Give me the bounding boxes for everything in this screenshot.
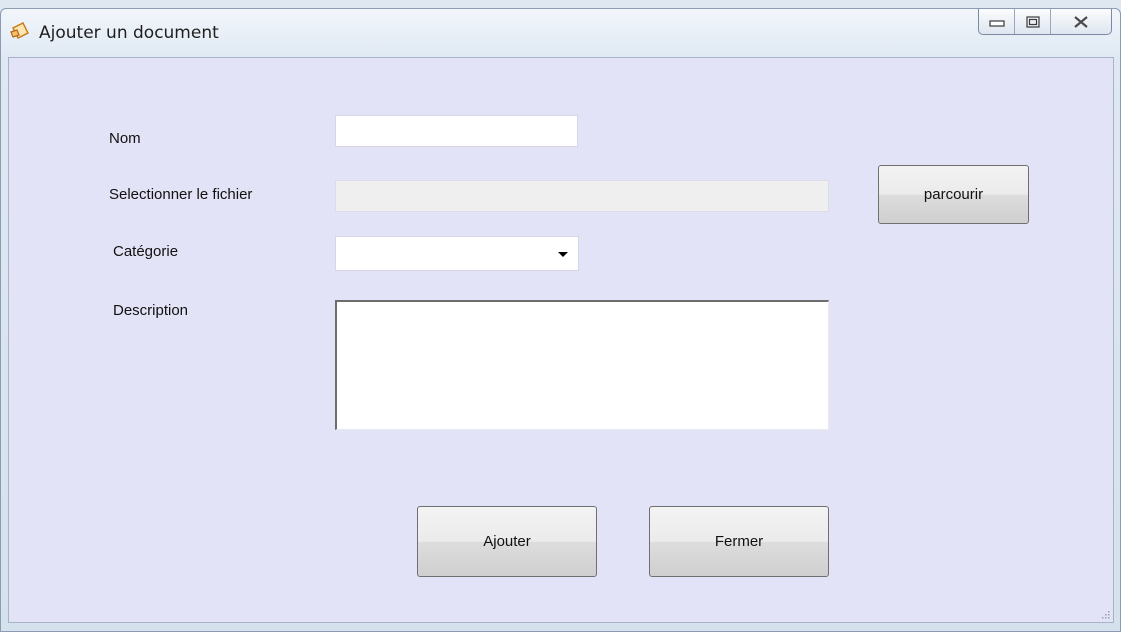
dialog-window: Ajouter un document Nom Selectionner le … <box>0 8 1121 632</box>
name-input[interactable] <box>335 115 578 147</box>
description-label: Description <box>113 302 189 319</box>
add-button[interactable]: Ajouter <box>417 506 597 577</box>
maximize-button[interactable] <box>1015 9 1051 34</box>
name-label: Nom <box>109 130 141 147</box>
resize-grip-icon[interactable] <box>1100 609 1110 619</box>
close-dialog-button[interactable]: Fermer <box>649 506 829 577</box>
close-icon <box>1074 15 1088 28</box>
caption-buttons <box>978 9 1112 35</box>
maximize-icon <box>1025 15 1040 28</box>
chevron-down-icon[interactable] <box>558 252 568 257</box>
file-path-field[interactable] <box>335 180 829 212</box>
minimize-button[interactable] <box>979 9 1015 34</box>
file-label: Selectionner le fichier <box>109 186 253 203</box>
browse-button[interactable]: parcourir <box>878 165 1029 224</box>
category-select[interactable] <box>335 236 579 271</box>
title-bar[interactable]: Ajouter un document <box>1 9 1120 57</box>
window-title: Ajouter un document <box>39 23 219 43</box>
close-button[interactable] <box>1051 9 1111 34</box>
document-edit-icon <box>9 20 31 42</box>
minimize-icon <box>988 19 1005 27</box>
description-textarea[interactable] <box>335 300 829 430</box>
form-panel: Nom Selectionner le fichier parcourir Ca… <box>8 57 1114 623</box>
category-label: Catégorie <box>113 243 179 260</box>
